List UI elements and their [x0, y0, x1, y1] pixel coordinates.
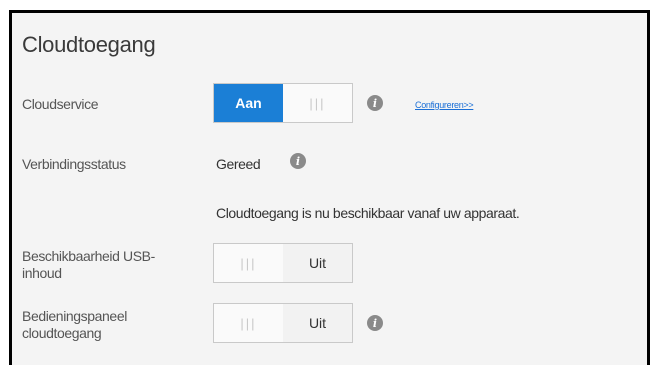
toggle-off-segment[interactable]: Uit	[283, 244, 352, 282]
usb-availability-label: Beschikbaarheid USB- inhoud	[22, 248, 155, 282]
connection-status-value: Gereed	[216, 156, 261, 172]
toggle-grip[interactable]: |||	[283, 84, 352, 122]
configure-link[interactable]: Configureren>>	[415, 100, 474, 110]
toggle-grip[interactable]: |||	[214, 304, 283, 342]
toggle-grip[interactable]: |||	[214, 244, 283, 282]
cloudservice-label: Cloudservice	[22, 96, 99, 112]
cloudservice-toggle[interactable]: Aan |||	[213, 83, 353, 123]
info-icon[interactable]: i	[367, 315, 383, 331]
cloud-dashboard-label-line2: cloudtoegang	[22, 325, 102, 341]
cloud-dashboard-label: Bedieningspaneel cloudtoegang	[22, 308, 127, 342]
toggle-off-segment[interactable]: Uit	[283, 304, 352, 342]
info-icon[interactable]: i	[290, 153, 306, 169]
usb-availability-toggle[interactable]: ||| Uit	[213, 243, 353, 283]
section-title: Cloudtoegang	[22, 32, 156, 57]
connection-message: Cloudtoegang is nu beschikbaar vanaf uw …	[216, 205, 520, 221]
cloud-dashboard-label-line1: Bedieningspaneel	[22, 308, 127, 324]
info-icon[interactable]: i	[367, 95, 383, 111]
connection-status-label: Verbindingsstatus	[22, 156, 126, 172]
toggle-on-segment[interactable]: Aan	[214, 84, 283, 122]
usb-availability-label-line1: Beschikbaarheid USB-	[22, 248, 155, 264]
cloud-dashboard-toggle[interactable]: ||| Uit	[213, 303, 353, 343]
usb-availability-label-line2: inhoud	[22, 265, 62, 281]
